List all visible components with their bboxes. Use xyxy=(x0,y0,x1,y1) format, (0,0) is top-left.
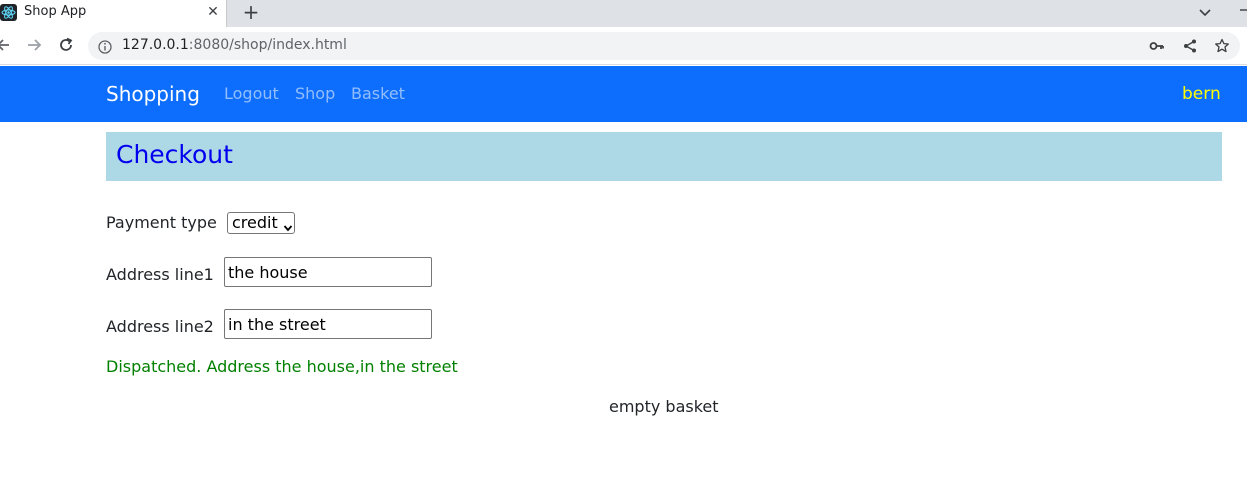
react-logo-icon xyxy=(0,4,17,21)
info-icon[interactable] xyxy=(98,39,112,54)
basket-status-message: empty basket xyxy=(609,397,719,416)
chevron-down-icon[interactable] xyxy=(1196,2,1214,22)
url-host: 127.0.0.1 xyxy=(122,37,189,53)
address-line2-label: Address line2 xyxy=(106,317,214,336)
chevron-down-icon xyxy=(283,218,293,232)
new-tab-button[interactable]: + xyxy=(241,1,261,23)
page-title: Checkout xyxy=(116,140,233,169)
key-icon[interactable] xyxy=(1149,38,1165,54)
tab-title: Shop App xyxy=(24,4,87,19)
address-bar[interactable]: 127.0.0.1:8080/shop/index.html xyxy=(88,32,1240,60)
minimize-icon[interactable] xyxy=(1238,0,1247,20)
address-line1-input[interactable] xyxy=(224,257,432,287)
payment-type-select[interactable]: credit xyxy=(227,212,295,234)
app-navbar: Shopping Logout Shop Basket bern xyxy=(0,66,1247,122)
nav-link-logout[interactable]: Logout xyxy=(224,84,279,103)
browser-tabstrip: Shop App ✕ + xyxy=(0,0,1247,27)
nav-link-shop[interactable]: Shop xyxy=(295,84,335,103)
payment-type-value: credit xyxy=(232,213,278,232)
reload-icon[interactable] xyxy=(56,35,76,55)
close-tab-icon[interactable]: ✕ xyxy=(206,3,220,21)
navbar-brand[interactable]: Shopping xyxy=(106,82,200,106)
address-line2-input[interactable] xyxy=(224,309,432,339)
bookmark-star-icon[interactable] xyxy=(1214,38,1230,54)
payment-type-label: Payment type xyxy=(106,213,217,232)
current-user: bern xyxy=(1182,84,1221,104)
back-arrow-icon[interactable] xyxy=(0,35,14,55)
nav-link-basket[interactable]: Basket xyxy=(351,84,405,103)
url-path: :8080/shop/index.html xyxy=(188,37,347,53)
browser-tab[interactable]: Shop App ✕ xyxy=(0,0,227,27)
forward-arrow-icon[interactable] xyxy=(24,35,44,55)
address-line1-label: Address line1 xyxy=(106,265,214,284)
url-text: 127.0.0.1:8080/shop/index.html xyxy=(122,37,347,53)
checkout-header: Checkout xyxy=(106,132,1222,181)
share-icon[interactable] xyxy=(1182,38,1198,54)
dispatch-status-message: Dispatched. Address the house,in the str… xyxy=(106,357,458,376)
browser-toolbar: 127.0.0.1:8080/shop/index.html xyxy=(0,27,1247,65)
